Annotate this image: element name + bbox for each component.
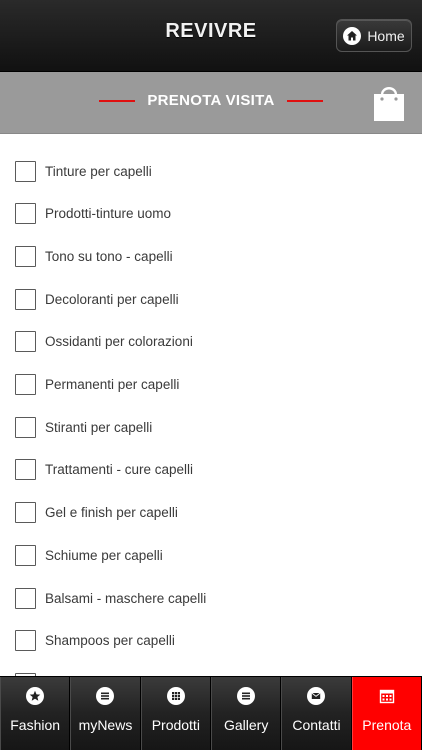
grid-icon bbox=[166, 687, 185, 705]
checkbox[interactable] bbox=[15, 160, 36, 182]
checkbox[interactable] bbox=[15, 544, 36, 566]
checklist-item-label: Ossidanti per colorazioni bbox=[45, 334, 193, 350]
tab-prenota[interactable]: Prenota bbox=[351, 677, 422, 750]
checklist-item[interactable]: Gel e finish per capelli bbox=[15, 502, 178, 524]
checkbox[interactable] bbox=[15, 288, 36, 310]
checklist-item-label: Trattamenti - cure capelli bbox=[45, 462, 194, 478]
checkbox[interactable] bbox=[15, 245, 36, 267]
checkbox[interactable] bbox=[15, 502, 36, 524]
home-button[interactable]: Home bbox=[336, 19, 412, 52]
tab-prodotti[interactable]: Prodotti bbox=[140, 677, 211, 750]
tab-label: Contatti bbox=[292, 717, 341, 733]
checklist-item[interactable]: Ossidanti per colorazioni bbox=[15, 331, 193, 353]
checklist-item[interactable]: Stiranti per capelli bbox=[15, 416, 152, 438]
bottom-tab-bar: Fashion myNews Prodotti Gallery Contatti Pren… bbox=[0, 676, 422, 750]
checklist-item-label: Stiranti per capelli bbox=[45, 419, 153, 435]
tab-label: Prenota bbox=[362, 717, 412, 733]
calendar-icon bbox=[378, 687, 396, 705]
checkbox[interactable] bbox=[15, 459, 36, 481]
tab-label: Prodotti bbox=[151, 717, 200, 733]
checklist-item-label: Tono su tono - capelli bbox=[45, 248, 173, 264]
tab-label: myNews bbox=[78, 717, 133, 733]
tab-gallery[interactable]: Gallery bbox=[210, 677, 282, 750]
checklist-item-label: Decoloranti per capelli bbox=[45, 291, 179, 307]
checklist-item-label: Shampoos per capelli bbox=[45, 633, 175, 649]
title-divider-left bbox=[99, 99, 136, 102]
checkbox[interactable] bbox=[15, 331, 36, 353]
tab-label: Gallery bbox=[223, 717, 269, 733]
mail-icon bbox=[307, 687, 326, 705]
checklist-item-label: Tinture per capelli bbox=[45, 163, 152, 179]
tab-label: Fashion bbox=[10, 717, 61, 733]
checklist-item-label: Schiume per capelli bbox=[45, 547, 163, 563]
checklist-item[interactable]: Balsami - maschere capelli bbox=[15, 587, 206, 609]
tab-mynews[interactable]: myNews bbox=[70, 677, 141, 750]
checkbox[interactable] bbox=[15, 587, 36, 609]
checkbox[interactable] bbox=[15, 416, 36, 438]
checklist-item[interactable]: Tono su tono - capelli bbox=[15, 245, 173, 267]
checklist-item-label: Gel e finish per capelli bbox=[45, 505, 178, 521]
checklist-item[interactable]: Schiume per capelli bbox=[15, 544, 163, 566]
section-bar: PRENOTA VISITA bbox=[0, 72, 422, 134]
star-icon bbox=[26, 687, 45, 705]
checkbox[interactable] bbox=[15, 374, 36, 395]
title-divider-right bbox=[286, 99, 323, 102]
checkbox[interactable] bbox=[15, 203, 36, 225]
checklist-item-label: Prodotti-tinture uomo bbox=[45, 206, 172, 222]
checklist-item[interactable]: Tinture per capelli bbox=[15, 160, 152, 182]
list-icon bbox=[237, 687, 256, 705]
tab-fashion[interactable]: Fashion bbox=[0, 677, 71, 750]
shopping-bag-icon[interactable] bbox=[372, 82, 406, 122]
checklist-item[interactable]: Permanenti per capelli bbox=[15, 374, 179, 396]
checklist-item[interactable]: Prodotti-tinture uomo bbox=[15, 203, 171, 225]
category-checklist: Tinture per capelli Prodotti-tinture uomo… bbox=[0, 146, 422, 676]
checklist-item-label: Balsami - maschere capelli bbox=[45, 590, 207, 606]
list-icon bbox=[96, 687, 115, 705]
top-header: REVIVRE Home bbox=[0, 0, 422, 72]
checklist-item-label: Permanenti per capelli bbox=[45, 377, 180, 392]
checklist-item[interactable]: Decoloranti per capelli bbox=[15, 288, 179, 310]
home-button-label: Home bbox=[367, 27, 405, 44]
section-title: PRENOTA VISITA bbox=[147, 92, 275, 109]
checklist-item[interactable]: Shampoos per capelli bbox=[15, 630, 175, 652]
checkbox[interactable] bbox=[15, 630, 36, 652]
home-icon bbox=[343, 26, 362, 45]
tab-contatti[interactable]: Contatti bbox=[281, 677, 352, 750]
checklist-item[interactable]: Trattamenti - cure capelli bbox=[15, 459, 193, 481]
